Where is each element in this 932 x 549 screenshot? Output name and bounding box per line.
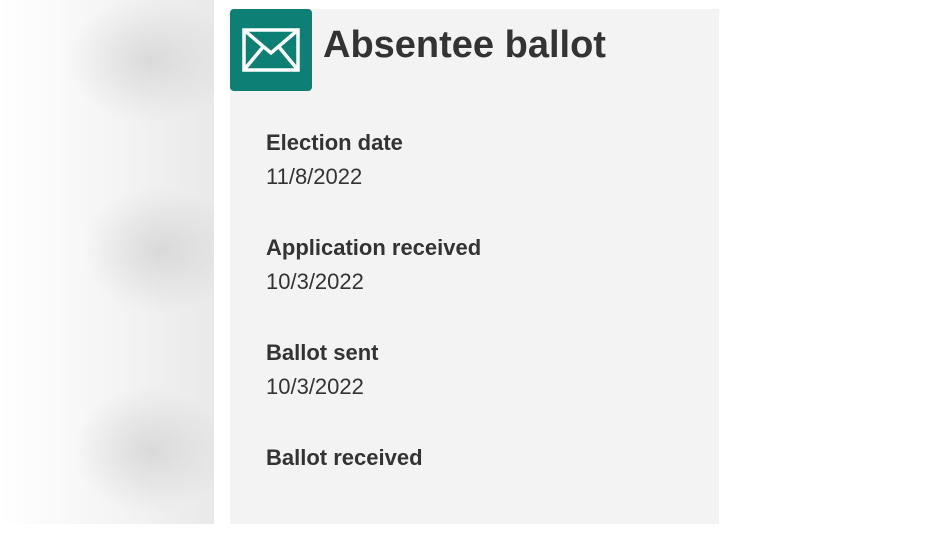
field-label: Application received	[266, 235, 482, 260]
page-title: Absentee ballot	[323, 24, 606, 66]
field-election-date: Election date 11/8/2022	[266, 129, 706, 234]
field-label: Ballot sent	[266, 340, 379, 365]
envelope-icon-tile	[230, 9, 312, 91]
ballot-status-list: Election date 11/8/2022 Application rece…	[266, 129, 706, 549]
field-value: 10/3/2022	[266, 374, 364, 399]
field-ballot-received: Ballot received	[266, 444, 706, 549]
field-label: Election date	[266, 130, 403, 155]
absentee-ballot-card: Absentee ballot Election date 11/8/2022 …	[230, 9, 719, 524]
field-value: 10/3/2022	[266, 269, 364, 294]
blurred-background	[0, 0, 214, 524]
field-ballot-sent: Ballot sent 10/3/2022	[266, 339, 706, 444]
field-value: 11/8/2022	[266, 164, 363, 189]
field-label: Ballot received	[266, 445, 423, 470]
field-value	[266, 478, 706, 506]
envelope-icon	[242, 28, 300, 72]
field-application-received: Application received 10/3/2022	[266, 234, 706, 339]
